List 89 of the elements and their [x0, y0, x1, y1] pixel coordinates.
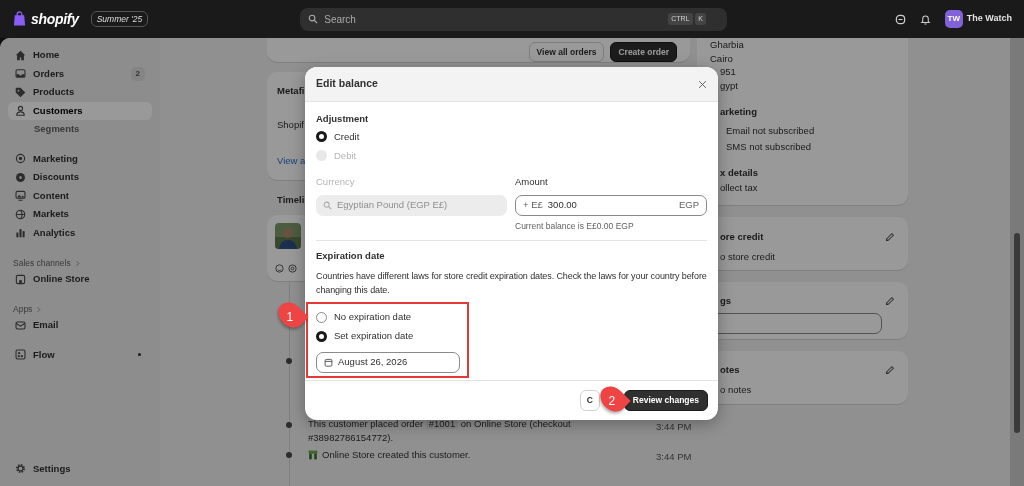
tag-icon [15, 86, 26, 98]
envelope-icon [15, 319, 26, 331]
search-icon [308, 14, 319, 24]
card-title: ore credit [719, 230, 764, 244]
timeline-dot [286, 358, 292, 365]
tray-icon [15, 68, 26, 80]
dialog-button[interactable]: Review changes [623, 390, 708, 411]
sidebar-item[interactable]: Analytics [8, 223, 152, 242]
timeline-dot [286, 452, 292, 459]
action-button[interactable]: Create order [610, 42, 677, 62]
timeline-text: Online Store created this customer. [322, 448, 471, 463]
sidebar-item[interactable]: Content [8, 186, 152, 205]
workflow-icon [15, 349, 26, 361]
date-field[interactable]: August 26, 2026 [316, 351, 460, 373]
field-label: Amount [515, 175, 549, 190]
image-icon [15, 190, 26, 202]
edition-badge: Summer '25 [90, 10, 149, 28]
home-icon [15, 49, 26, 61]
section-title: Timeli [277, 193, 305, 207]
card-text: Shopif [277, 118, 304, 133]
logo-wordmark: shopify [31, 9, 79, 29]
address-line: Gharbia [710, 38, 744, 52]
close-icon[interactable] [698, 79, 707, 89]
timeline-dot [286, 422, 292, 429]
count-badge: 2 [130, 66, 145, 81]
section-title: Expiration date [316, 249, 386, 264]
edit-icon[interactable] [885, 232, 895, 243]
timeline-time: 3:44 PM [656, 420, 692, 435]
bar-chart-icon [15, 227, 26, 239]
mention-icon[interactable] [288, 264, 297, 274]
action-button[interactable]: View all orders [528, 42, 605, 62]
sidebar-item[interactable]: Home [8, 46, 152, 65]
tax-text: ollect tax [719, 181, 758, 195]
calendar-icon [324, 357, 333, 367]
sidebar-item[interactable]: Markets [8, 205, 152, 224]
field-label: Currency [316, 175, 356, 190]
dialog-title: Edit balance [316, 76, 378, 92]
emoji-icon[interactable] [275, 264, 284, 274]
globe-icon [15, 208, 26, 220]
sidebar-item[interactable]: Orders 2 [8, 64, 152, 83]
dialog-button[interactable]: C [579, 390, 600, 411]
card-title: Metafi [277, 84, 305, 98]
sidebar-item[interactable]: Segments [8, 120, 152, 139]
radio-option[interactable]: No expiration date [316, 307, 707, 327]
section-heading: Apps [13, 303, 33, 316]
target-icon [15, 153, 26, 165]
edit-icon[interactable] [885, 296, 895, 307]
status-text: Email not subscribed [725, 123, 816, 137]
person-icon [15, 105, 26, 117]
account-menu[interactable]: TW The Watch [944, 10, 1012, 28]
storefront-icon [15, 273, 26, 285]
sidebar-item[interactable]: Flow [8, 345, 152, 364]
sidebar-item[interactable]: Settings [8, 459, 152, 478]
settings-icon [15, 463, 26, 475]
sidebar-item[interactable]: Products [8, 83, 152, 102]
help-text: Current balance is E£0.00 EGP [515, 219, 635, 233]
sidebar-item[interactable]: Discounts [8, 168, 152, 187]
chevron-icon [73, 259, 81, 267]
address-line: gypt [719, 78, 738, 92]
amount-field[interactable]: + E£ 300.00 EGP [515, 194, 707, 216]
card-title: gs [719, 294, 732, 308]
radio-option[interactable]: Credit [316, 127, 707, 147]
search-icon [323, 200, 332, 210]
edit-icon[interactable] [885, 365, 895, 376]
sidebar-item[interactable]: Marketing [8, 149, 152, 168]
scrollbar-thumb[interactable] [1014, 233, 1020, 433]
sidebar-item[interactable]: Online Store [8, 269, 152, 289]
shopping-bag-icon [12, 11, 27, 27]
sidebar-item[interactable]: Email [8, 316, 152, 335]
notifications-icon[interactable] [919, 13, 931, 25]
section-title: arketing [719, 105, 757, 119]
chevron-icon [35, 306, 43, 314]
section-title: x details [719, 165, 759, 179]
timeline-time: 3:44 PM [656, 450, 692, 465]
card-text: o store credit [719, 250, 775, 265]
assistant-icon[interactable] [894, 13, 906, 25]
storefront-icon [308, 450, 318, 461]
address-line: 951 [719, 65, 736, 79]
description-text: Countries have different laws for store credit expiration dates. Check the laws for your country before changing this date. [316, 269, 707, 297]
radio-option[interactable]: Set expiration date [316, 326, 707, 346]
status-text: SMS not subscribed [725, 140, 812, 154]
section-title: Adjustment [316, 112, 370, 126]
card-text: o notes [719, 383, 752, 398]
link[interactable]: View a [277, 153, 306, 168]
sidebar-item[interactable]: Customers [8, 101, 152, 120]
address-line: Cairo [710, 51, 733, 65]
avatar: TW [944, 10, 963, 28]
section-heading: Sales channels [13, 257, 71, 270]
card-title: otes [719, 363, 740, 377]
